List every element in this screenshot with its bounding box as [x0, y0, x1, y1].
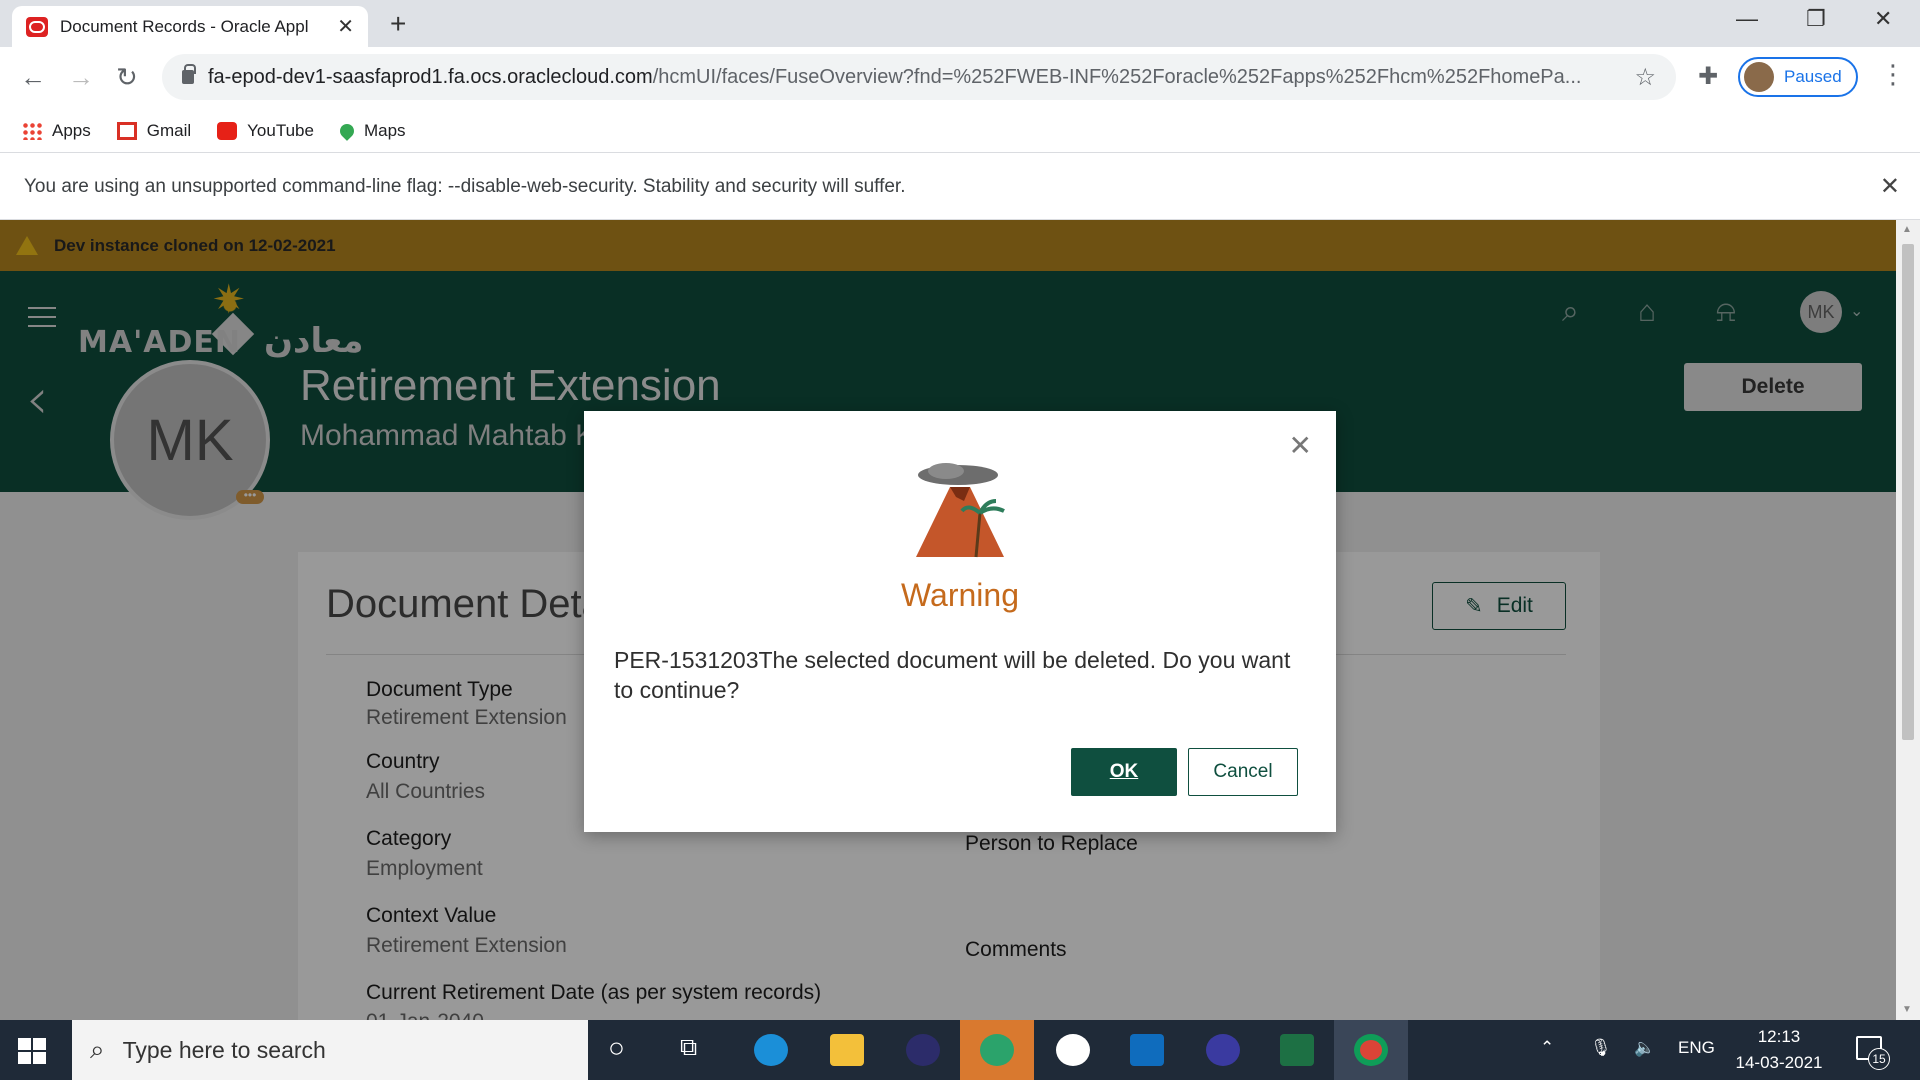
gmail-icon [116, 121, 137, 140]
clock-date: 14-03-2021 [1735, 1053, 1823, 1072]
microphone-icon[interactable]: 🎙 [1590, 1038, 1612, 1058]
volume-icon[interactable]: 🔈 [1634, 1038, 1655, 1058]
url-text: fa-epod-dev1-saasfaprod1.fa.ocs.oraclecl… [208, 65, 1582, 88]
search-icon: ⌕ [90, 1034, 105, 1064]
windows-start-icon[interactable] [18, 1038, 46, 1064]
language-indicator[interactable]: ENG [1678, 1038, 1715, 1058]
lock-icon [182, 64, 196, 84]
dialog-title: Warning [901, 577, 1019, 613]
bookmark-gmail[interactable]: Gmail [116, 121, 191, 141]
task-view-icon[interactable]: ⧉ [680, 1034, 697, 1062]
notification-center-icon[interactable]: 15 [1856, 1036, 1890, 1070]
profile-status: Paused [1784, 67, 1842, 86]
bookmark-apps[interactable]: Apps [22, 121, 91, 141]
tray-chevron-up-icon[interactable]: ⌃ [1540, 1038, 1554, 1058]
profile-button[interactable]: Paused [1738, 57, 1858, 97]
scroll-up-icon[interactable]: ▲ [1902, 224, 1912, 235]
app-circle-icon[interactable] [980, 1034, 1014, 1066]
bookmark-maps[interactable]: Maps [337, 120, 406, 141]
dialog-close-icon[interactable]: ✕ [1289, 429, 1312, 462]
reload-icon[interactable]: ↻ [116, 62, 138, 93]
checklist-app-icon[interactable] [1206, 1034, 1240, 1066]
apps-grid-icon [22, 121, 42, 140]
url-input[interactable]: fa-epod-dev1-saasfaprod1.fa.ocs.oraclecl… [162, 54, 1676, 100]
eclipse-icon[interactable] [906, 1034, 940, 1066]
new-tab-icon[interactable]: + [390, 8, 406, 40]
scrollbar-thumb[interactable] [1902, 244, 1914, 740]
slack-icon[interactable] [1056, 1034, 1090, 1066]
ok-button[interactable]: OK [1071, 748, 1177, 796]
warning-dialog: ✕ Warning PER-1531203The selected docume… [584, 411, 1336, 832]
dialog-message: PER-1531203The selected document will be… [614, 647, 1291, 703]
scroll-down-icon[interactable]: ▼ [1902, 1004, 1912, 1015]
browser-tab-bar: Document Records - Oracle Appl ✕ + — ❐ ✕ [0, 0, 1920, 47]
address-bar-row: ← → ↻ fa-epod-dev1-saasfaprod1.fa.ocs.or… [0, 47, 1920, 109]
taskbar-clock[interactable]: 12:13 14-03-2021 [1726, 1024, 1832, 1076]
excel-icon[interactable] [1280, 1034, 1314, 1066]
restore-icon[interactable]: ❐ [1806, 6, 1826, 32]
back-arrow-icon[interactable]: ← [20, 62, 46, 93]
browser-menu-icon[interactable]: ⋮ [1880, 59, 1906, 90]
page-scrollbar[interactable]: ▲ ▼ [1896, 220, 1920, 1020]
clock-time: 12:13 [1757, 1027, 1801, 1046]
window-close-icon[interactable]: ✕ [1874, 6, 1892, 32]
bookmarks-bar: Apps Gmail YouTube Maps [0, 109, 1920, 153]
cancel-button[interactable]: Cancel [1188, 748, 1298, 796]
taskbar-search-input[interactable]: ⌕ Type here to search [72, 1020, 588, 1080]
extensions-puzzle-icon[interactable]: ✚ [1698, 62, 1718, 91]
forward-arrow-icon[interactable]: → [68, 62, 94, 93]
edge-icon[interactable] [754, 1034, 788, 1066]
infobar-close-icon[interactable]: ✕ [1880, 172, 1900, 201]
infobar-message: You are using an unsupported command-lin… [24, 175, 906, 197]
cortana-icon[interactable]: ○ [608, 1032, 625, 1064]
youtube-icon [217, 121, 238, 140]
browser-tab[interactable]: Document Records - Oracle Appl ✕ [12, 6, 368, 47]
maps-pin-icon [337, 120, 357, 141]
file-explorer-icon[interactable] [830, 1034, 864, 1066]
notification-count-badge: 15 [1868, 1048, 1890, 1070]
windows-taskbar: ⌕ Type here to search ○ ⧉ ⌃ 🎙 🔈 ENG 12:1… [0, 1020, 1920, 1080]
close-tab-icon[interactable]: ✕ [337, 14, 354, 39]
chrome-icon[interactable] [1354, 1034, 1388, 1066]
outlook-icon[interactable] [1130, 1034, 1164, 1066]
bookmark-star-icon[interactable]: ☆ [1634, 63, 1656, 92]
security-infobar: You are using an unsupported command-lin… [0, 154, 1920, 220]
oracle-favicon-icon [26, 16, 48, 37]
volcano-icon [916, 463, 1005, 558]
tab-title: Document Records - Oracle Appl [60, 16, 309, 36]
taskbar-search-placeholder: Type here to search [122, 1036, 326, 1063]
bookmark-youtube[interactable]: YouTube [217, 121, 314, 141]
profile-avatar [1744, 62, 1774, 92]
minimize-icon[interactable]: — [1736, 6, 1758, 32]
